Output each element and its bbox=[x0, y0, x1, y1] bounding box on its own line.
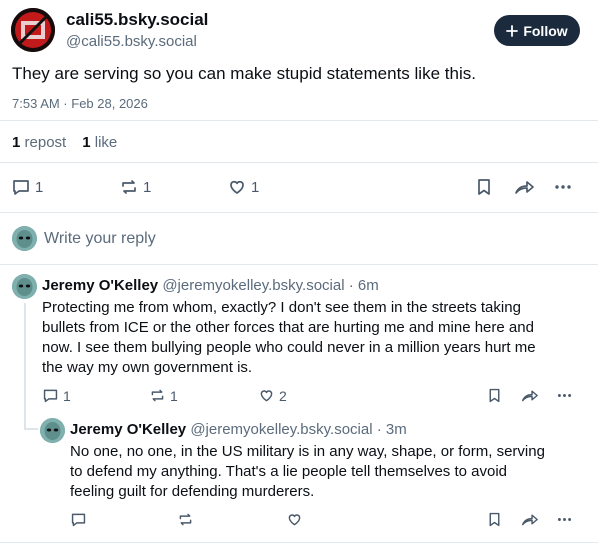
comment-icon bbox=[11, 177, 31, 197]
reply-header: Jeremy O'Kelley @jeremyokelley.bsky.soci… bbox=[42, 277, 379, 294]
author-avatar[interactable] bbox=[11, 8, 55, 52]
author-handle[interactable]: @cali55.bsky.social bbox=[66, 33, 197, 50]
repost-stat[interactable]: 1 repost bbox=[12, 134, 66, 151]
reply-bookmark-button[interactable] bbox=[486, 387, 503, 404]
comment-icon bbox=[70, 511, 87, 528]
share-button[interactable] bbox=[513, 177, 535, 197]
heart-icon bbox=[258, 387, 275, 404]
share-icon bbox=[520, 511, 539, 528]
nested-reply-share-button[interactable] bbox=[520, 511, 539, 528]
nested-reply-avatar[interactable] bbox=[40, 418, 65, 443]
reply-more-options-button[interactable] bbox=[556, 387, 573, 404]
divider bbox=[0, 212, 598, 213]
reply-repost-button[interactable]: 1 bbox=[149, 387, 178, 404]
like-stat-count: 1 bbox=[82, 134, 91, 151]
ellipsis-icon bbox=[556, 511, 573, 528]
repost-icon bbox=[149, 387, 166, 404]
thread-connector bbox=[24, 428, 38, 430]
nested-reply-reply-button[interactable] bbox=[70, 511, 87, 528]
share-icon bbox=[520, 387, 539, 404]
repost-icon bbox=[119, 177, 139, 197]
ellipsis-icon bbox=[556, 387, 573, 404]
bookmark-icon bbox=[474, 177, 494, 197]
nested-reply-author[interactable]: Jeremy O'Kelley bbox=[70, 421, 186, 438]
thread-line bbox=[24, 303, 26, 430]
bookmark-button[interactable] bbox=[474, 177, 494, 197]
nested-reply-bookmark-button[interactable] bbox=[486, 511, 503, 528]
divider bbox=[0, 120, 598, 121]
divider bbox=[0, 542, 598, 543]
nested-reply-like-button[interactable] bbox=[286, 511, 303, 528]
post-stats: 1 repost 1 like bbox=[12, 134, 117, 151]
reply-like-button[interactable]: 2 bbox=[258, 387, 287, 404]
repost-icon bbox=[177, 511, 194, 528]
like-stat-label: like bbox=[94, 134, 118, 151]
reply-like-count: 2 bbox=[279, 387, 287, 404]
repost-stat-label: repost bbox=[24, 134, 67, 151]
heart-icon bbox=[227, 177, 247, 197]
nested-reply-more-options-button[interactable] bbox=[556, 511, 573, 528]
reply-time[interactable]: · 6m bbox=[349, 277, 379, 294]
repost-button[interactable]: 1 bbox=[119, 177, 151, 197]
reply-avatar[interactable] bbox=[12, 274, 37, 299]
reply-handle[interactable]: @jeremyokelley.bsky.social bbox=[162, 277, 344, 294]
reply-reply-button[interactable]: 1 bbox=[42, 387, 71, 404]
reply-reply-count: 1 bbox=[63, 387, 71, 404]
nested-reply-repost-button[interactable] bbox=[177, 511, 194, 528]
reply-text-line: bullets from ICE or the other forces tha… bbox=[42, 319, 534, 336]
heart-icon bbox=[286, 511, 303, 528]
repost-count: 1 bbox=[143, 178, 152, 196]
share-icon bbox=[513, 177, 535, 197]
nested-reply-handle[interactable]: @jeremyokelley.bsky.social bbox=[190, 421, 372, 438]
follow-label: Follow bbox=[523, 22, 568, 39]
reply-count: 1 bbox=[35, 178, 44, 196]
post-text: They are serving so you can make stupid … bbox=[12, 64, 476, 83]
plus-icon bbox=[506, 24, 519, 37]
reply-text-line: Protecting me from whom, exactly? I don'… bbox=[42, 299, 521, 316]
reply-input[interactable]: Write your reply bbox=[44, 230, 156, 248]
nested-reply-text: No one, no one, in the US military is in… bbox=[70, 442, 545, 502]
nested-reply-text-line: to defend my anything. That's a lie peop… bbox=[70, 463, 508, 480]
nested-reply-header: Jeremy O'Kelley @jeremyokelley.bsky.soci… bbox=[70, 421, 407, 438]
bookmark-icon bbox=[486, 387, 503, 404]
divider bbox=[0, 162, 598, 163]
reply-repost-count: 1 bbox=[170, 387, 178, 404]
repost-stat-count: 1 bbox=[12, 134, 21, 151]
like-button[interactable]: 1 bbox=[227, 177, 259, 197]
divider bbox=[0, 264, 598, 265]
reply-share-button[interactable] bbox=[520, 387, 539, 404]
reply-text-line: the way my own government is. bbox=[42, 359, 253, 376]
nested-reply-text-line: feeling guilt for defending murderers. bbox=[70, 483, 315, 500]
comment-icon bbox=[42, 387, 59, 404]
reply-button[interactable]: 1 bbox=[11, 177, 43, 197]
more-options-button[interactable] bbox=[553, 177, 573, 197]
like-count: 1 bbox=[251, 178, 260, 196]
nested-reply-text-line: No one, no one, in the US military is in… bbox=[70, 443, 545, 460]
reply-author[interactable]: Jeremy O'Kelley bbox=[42, 277, 158, 294]
like-stat[interactable]: 1 like bbox=[82, 134, 117, 151]
bookmark-icon bbox=[486, 511, 503, 528]
reply-text-line: now. I see them bullying people who coul… bbox=[42, 339, 536, 356]
follow-button[interactable]: Follow bbox=[494, 15, 580, 46]
author-display-name[interactable]: cali55.bsky.social bbox=[66, 10, 208, 30]
nested-reply-time[interactable]: · 3m bbox=[377, 421, 407, 438]
reply-text: Protecting me from whom, exactly? I don'… bbox=[42, 298, 536, 378]
ellipsis-icon bbox=[553, 177, 573, 197]
current-user-avatar bbox=[12, 226, 37, 251]
post-timestamp[interactable]: 7:53 AM · Feb 28, 2026 bbox=[12, 96, 148, 111]
